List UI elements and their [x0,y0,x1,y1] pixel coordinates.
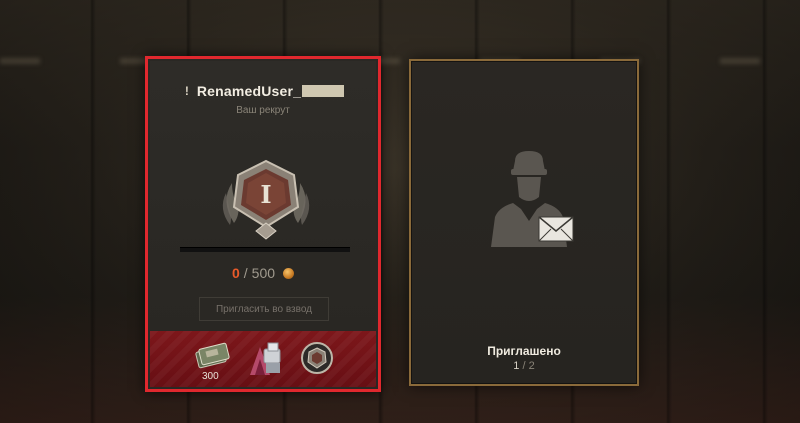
invited-total: 2 [528,360,535,372]
invited-label: Приглашено [487,344,561,358]
recruit-username: RenamedUser_ [196,83,345,99]
invited-separator: / [522,360,526,372]
personal-mission-icon[interactable] [246,339,286,379]
recruit-card[interactable]: ! RenamedUser_ Ваш рекрут I 0 / 500 Приг… [145,56,381,392]
invite-recruit-icon [491,151,574,247]
points-current: 0 [231,265,240,281]
credits-count: 300 [202,371,219,382]
recruit-username-text: RenamedUser_ [196,83,302,99]
username-redaction [302,85,345,97]
hangar-lights [0,58,800,64]
recruit-card-body: ! RenamedUser_ Ваш рекрут I 0 / 500 Приг… [150,61,376,387]
invited-count: 1 / 2 [411,360,637,372]
recruit-rank-badge-icon: I [222,159,310,240]
points-total: 500 [251,265,276,281]
notice-icon: ! [184,84,189,98]
recruit-progress-bar [180,247,350,252]
referral-points-icon [283,267,295,279]
invite-to-platoon-button[interactable]: Пригласить во взвод [199,297,329,321]
rank-badge-icon[interactable] [300,341,334,375]
credits-icon[interactable] [194,341,230,369]
recruit-rewards-bar: 300 [150,331,376,387]
hangar-background [0,0,800,423]
recruit-subtitle: Ваш рекрут [236,105,290,116]
recruit-name-row: ! RenamedUser_ [150,83,376,99]
invited-slot-card[interactable]: Приглашено 1 / 2 [409,59,639,386]
recruit-points: 0 / 500 [150,265,376,281]
points-separator: / [243,265,248,281]
invited-current: 1 [513,360,520,372]
rank-numeral: I [260,180,271,209]
